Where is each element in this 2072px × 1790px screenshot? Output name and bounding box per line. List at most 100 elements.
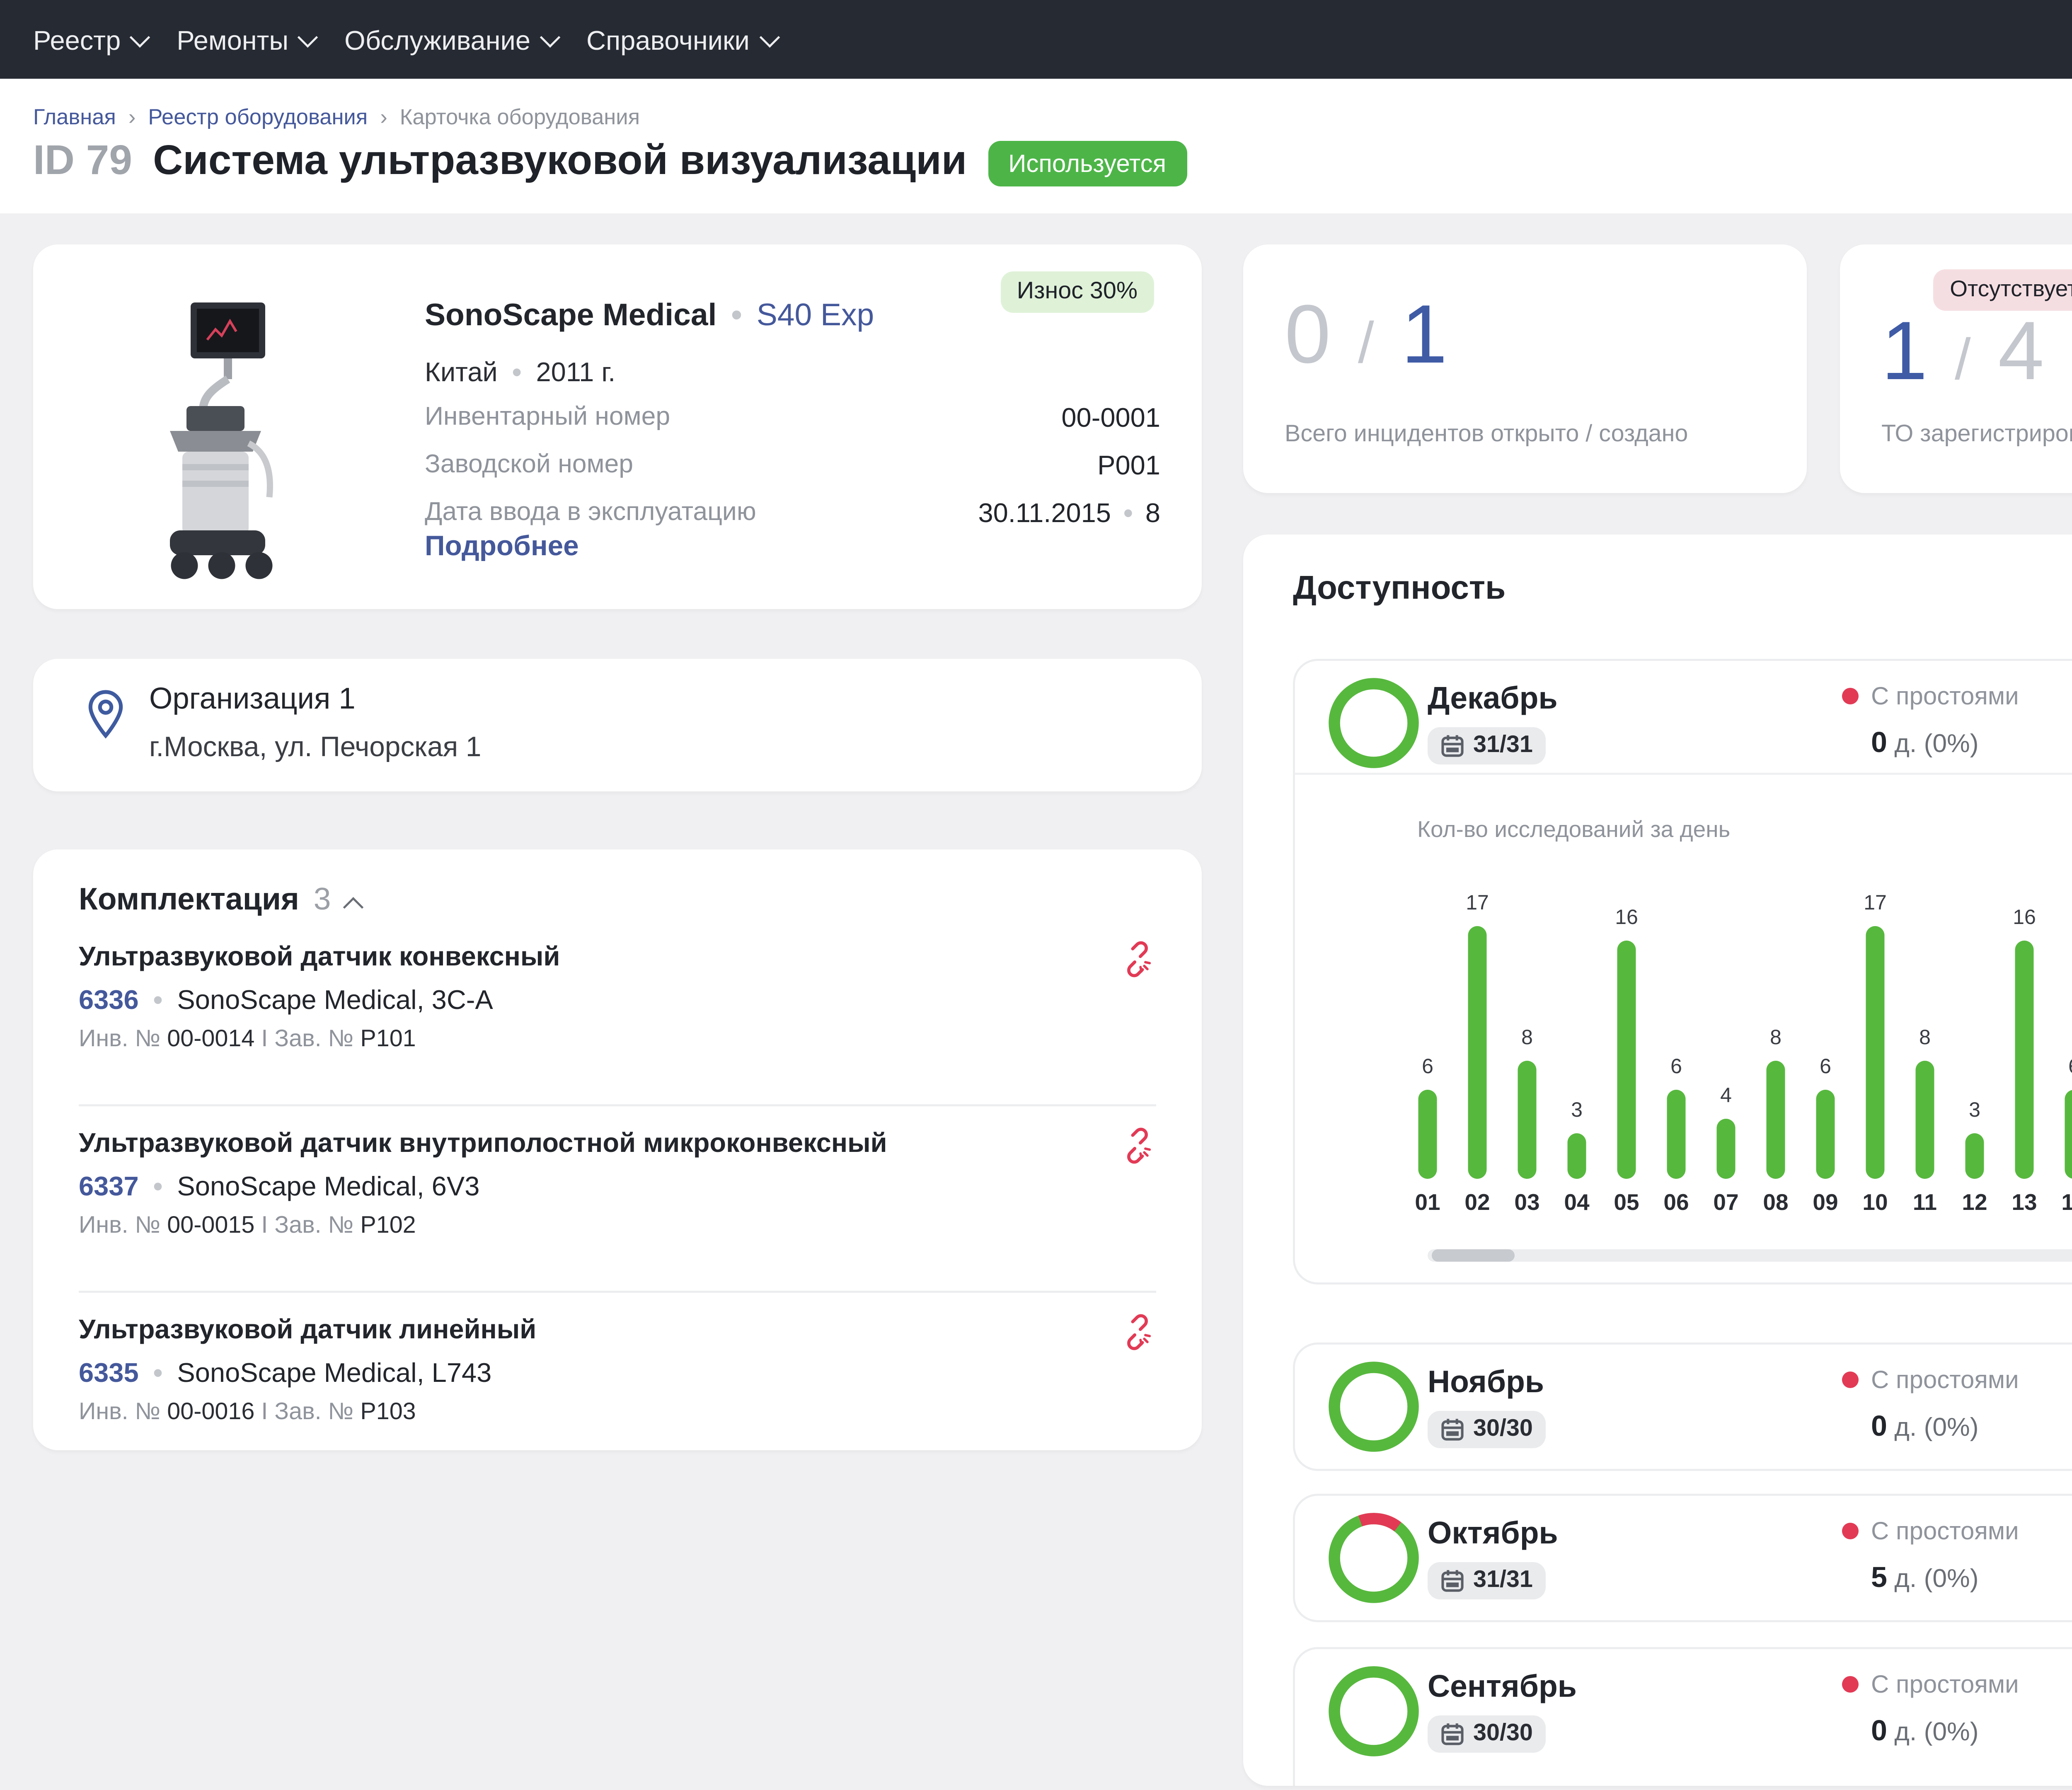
incidents-open: 0 <box>1285 290 1333 381</box>
downtime-days: 0 <box>1871 1409 1887 1442</box>
chart-title: Кол-во исследований за день <box>1417 818 1730 843</box>
bar-value-label: 17 <box>1466 893 1489 916</box>
equipment-year: 2011 г. <box>536 356 616 387</box>
bar <box>1667 1090 1686 1179</box>
breadcrumb-separator: › <box>128 106 136 131</box>
bar <box>2015 941 2034 1179</box>
scrollbar-thumb[interactable] <box>1432 1249 1515 1262</box>
dot-separator: • <box>153 1357 163 1388</box>
serial-number-label: Заводской номер <box>425 450 633 481</box>
serial-label: Зав. № <box>274 1028 353 1052</box>
commissioning-date-value: 30.11.2015 • 8 <box>978 497 1160 528</box>
component-model: SonoScape Medical, 6V3 <box>177 1171 479 1202</box>
organization-address: г.Москва, ул. Печорская 1 <box>149 731 481 762</box>
bar-day-10: 17 <box>1850 860 1900 1179</box>
month-row-november[interactable]: Ноябрь 30/30 С простоями 0 д. (0%) Без п… <box>1293 1342 2072 1471</box>
downtime-rest: д. (0%) <box>1894 729 1978 758</box>
calendar-icon <box>1440 1722 1465 1746</box>
month-row-december[interactable]: Декабрь 31/31 С простоями 0 д. (0%) Без … <box>1293 659 2072 1284</box>
downtime-days: 0 <box>1871 1713 1887 1746</box>
days-value: 31/31 <box>1473 733 1533 758</box>
month-row-october[interactable]: Октябрь 31/31 С простоями 5 д. (0%) Без … <box>1293 1494 2072 1622</box>
bar-day-14: 6 <box>2049 860 2072 1179</box>
component-name: Ультразвуковой датчик конвексный <box>79 941 1156 972</box>
equipment-photo <box>149 298 294 595</box>
nav-menu-label: Обслуживание <box>344 24 530 55</box>
date-value: 30.11.2015 <box>978 497 1111 528</box>
nav-menu-directories[interactable]: Справочники <box>586 24 777 55</box>
collapse-chevron-icon[interactable] <box>342 897 363 917</box>
bar <box>1767 1060 1785 1179</box>
incidents-total: 1 <box>1401 290 1449 381</box>
bar-value-label: 16 <box>1615 908 1638 931</box>
dot-separator: • <box>512 356 522 387</box>
equipment-model-link[interactable]: S40 Exp <box>757 298 874 334</box>
breadcrumb: Главная › Реестр оборудования › Карточка… <box>33 106 640 131</box>
bar-value-label: 6 <box>1820 1057 1831 1079</box>
dot-separator: • <box>153 984 163 1015</box>
downtime-dot-icon <box>1842 1676 1859 1693</box>
maintenance-label: ТО зарегистрировано / рекомендовано в го… <box>1881 423 2072 448</box>
inventory-number-value: 00-0001 <box>1061 402 1160 433</box>
month-name: Ноябрь <box>1428 1365 1544 1401</box>
organization-card: Организация 1 г.Москва, ул. Печорская 1 <box>33 659 1202 791</box>
unlink-icon[interactable] <box>1119 1127 1156 1175</box>
component-id-link[interactable]: 6337 <box>79 1171 139 1202</box>
location-pin-icon <box>83 688 128 752</box>
bar <box>1965 1134 1984 1179</box>
chart-horizontal-scrollbar[interactable] <box>1428 1249 2072 1262</box>
nav-menu-service[interactable]: Обслуживание <box>344 24 557 55</box>
divider <box>79 1104 1156 1106</box>
bar-value-label: 8 <box>1770 1027 1782 1050</box>
component-id-link[interactable]: 6335 <box>79 1357 139 1388</box>
breadcrumb-registry[interactable]: Реестр оборудования <box>148 106 368 131</box>
x-tick-label: 04 <box>1552 1191 1602 1216</box>
page-header: Главная › Реестр оборудования › Карточка… <box>0 79 2072 213</box>
breadcrumb-home[interactable]: Главная <box>33 106 116 131</box>
downtime-rest: д. (0%) <box>1894 1564 1978 1593</box>
month-row-september[interactable]: Сентябрь 30/30 С простоями 0 д. (0%) Без… <box>1293 1647 2072 1786</box>
maintenance-registered: 1 <box>1881 307 1929 398</box>
nav-menu-registry[interactable]: Реестр <box>33 24 148 55</box>
unlink-icon[interactable] <box>1119 1313 1156 1361</box>
unlink-icon[interactable] <box>1119 941 1156 988</box>
downtime-label: С простоями <box>1871 1365 2019 1394</box>
inv-value: 00-0016 <box>167 1401 254 1425</box>
separator: I <box>261 1028 268 1052</box>
uptime-donut <box>1328 1512 1419 1604</box>
chevron-down-icon <box>298 26 318 46</box>
x-tick-label: 12 <box>1950 1191 1999 1216</box>
slash: / <box>1358 311 1376 375</box>
more-details-link[interactable]: Подробнее <box>425 530 579 561</box>
days-value: 30/30 <box>1473 1722 1533 1746</box>
bar <box>1816 1090 1835 1179</box>
page: Реестр Ремонты Обслуживание Справочники <box>0 0 2072 1790</box>
dot-separator: • <box>731 298 742 334</box>
x-tick-label: 07 <box>1701 1191 1751 1216</box>
downtime-label: С простоями <box>1871 682 2019 711</box>
x-tick-label: 02 <box>1452 1191 1502 1216</box>
maintenance-kpi-card: Отсутствует договор на обслуживание 1 / … <box>1840 244 2072 493</box>
divider <box>79 1291 1156 1293</box>
serial-number-value: P001 <box>1097 450 1160 481</box>
serial-value: P103 <box>360 1401 416 1425</box>
components-title: Комплектация <box>79 883 299 918</box>
inv-value: 00-0015 <box>167 1214 254 1239</box>
downtime-label: С простоями <box>1871 1517 2019 1546</box>
daily-studies-bar-chart: 61783166486178316648617 <box>1403 860 2072 1179</box>
bar-value-label: 4 <box>1720 1086 1732 1109</box>
component-id-link[interactable]: 6336 <box>79 984 139 1015</box>
downtime-days: 0 <box>1871 725 1887 758</box>
component-name: Ультразвуковой датчик внутриполостной ми… <box>79 1127 1156 1158</box>
bar-day-13: 16 <box>1999 860 2049 1179</box>
bar-value-label: 6 <box>1670 1057 1682 1079</box>
uptime-donut <box>1328 1666 1419 1757</box>
nav-menu-repairs[interactable]: Ремонты <box>177 24 315 55</box>
bar-value-label: 17 <box>1864 893 1887 916</box>
dot-separator: • <box>1123 497 1133 528</box>
bar <box>1568 1134 1586 1179</box>
equipment-vendor: SonoScape Medical <box>425 298 716 334</box>
serial-label: Зав. № <box>274 1401 353 1425</box>
x-tick-label: 01 <box>1403 1191 1452 1216</box>
downtime-days: 5 <box>1871 1560 1887 1593</box>
